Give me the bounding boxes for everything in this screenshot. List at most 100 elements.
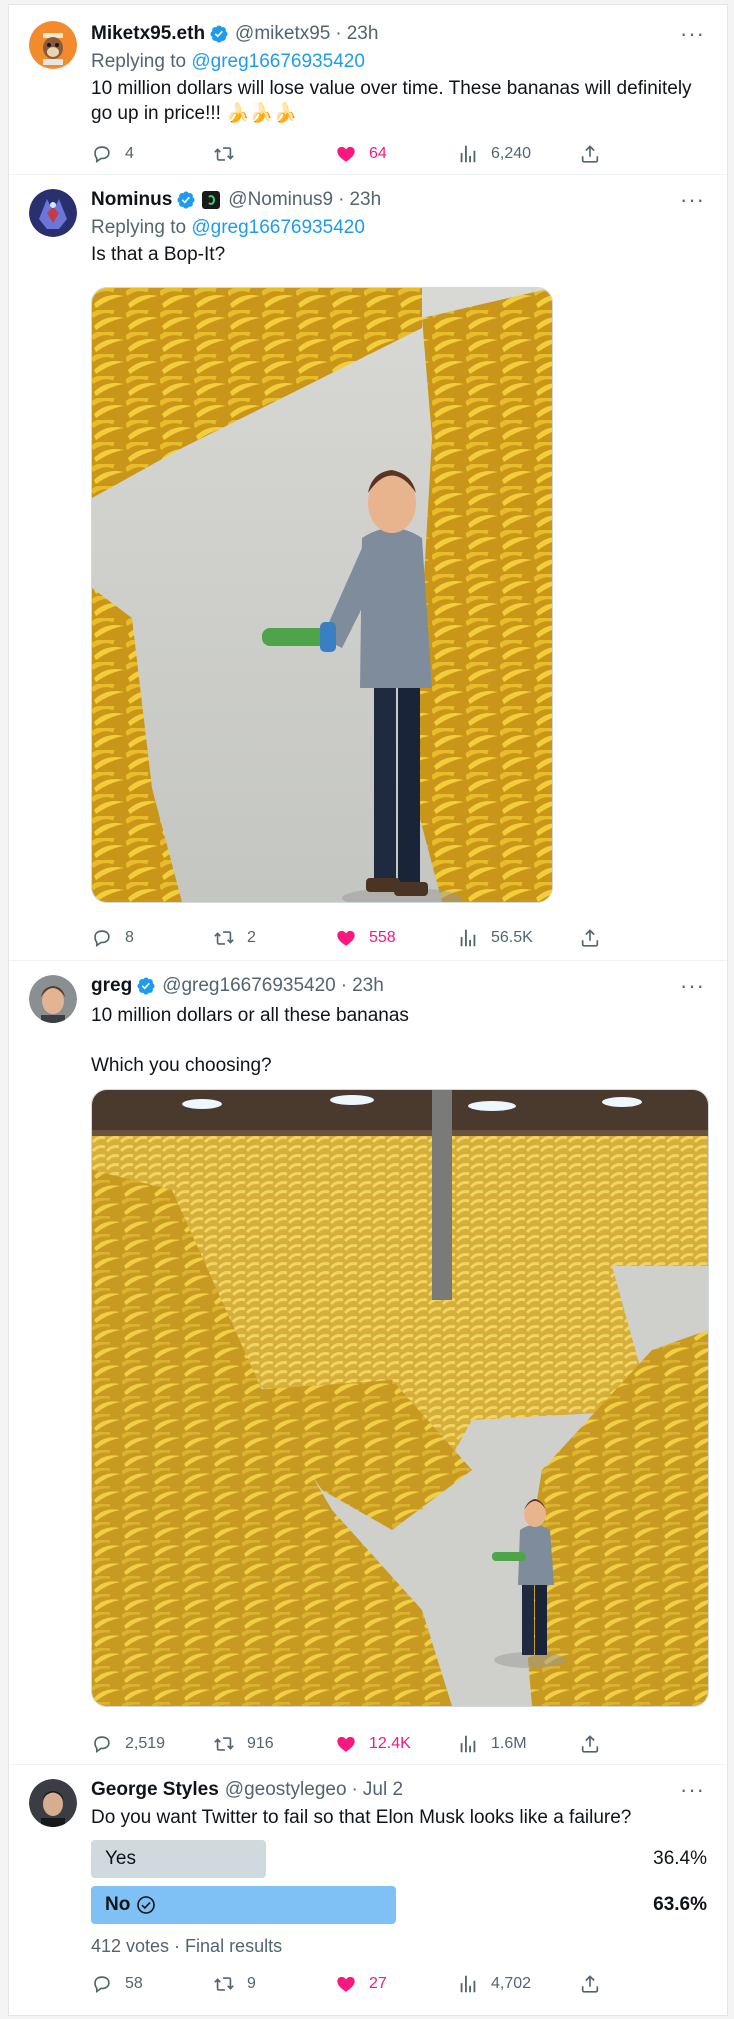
like-count: 27 <box>369 1975 387 1992</box>
views-button[interactable]: 4,702 <box>457 1973 547 1995</box>
retweet-count: 9 <box>247 1975 256 1992</box>
like-icon <box>335 927 357 949</box>
like-count: 64 <box>369 145 387 162</box>
reply-count: 2,519 <box>125 1735 166 1752</box>
like-button[interactable]: 558 <box>335 927 425 949</box>
avatar-image <box>29 1779 77 1827</box>
view-count: 6,240 <box>491 145 532 162</box>
reply-count: 8 <box>125 929 134 946</box>
view-count: 4,702 <box>491 1975 532 1992</box>
poll-option: Yes 36.4% <box>91 1840 707 1878</box>
retweet-icon <box>213 927 235 949</box>
replying-to-link[interactable]: @greg16676935420 <box>191 51 365 72</box>
timeline-feed: Miketx95.eth @miketx95 · 23h ··· Replyin… <box>8 4 728 2016</box>
timestamp[interactable]: 23h <box>347 23 379 45</box>
retweet-button[interactable]: 2 <box>213 927 303 949</box>
share-button[interactable] <box>579 143 601 165</box>
handle[interactable]: @Nominus9 <box>228 189 333 211</box>
timestamp[interactable]: Jul 2 <box>363 1779 403 1801</box>
handle[interactable]: @greg16676935420 <box>162 975 336 997</box>
share-icon <box>579 927 601 949</box>
avatar[interactable] <box>29 975 77 1023</box>
tweet-card[interactable]: Miketx95.eth @miketx95 · 23h ··· Replyin… <box>9 5 727 175</box>
reply-button[interactable]: 2,519 <box>91 1733 181 1755</box>
reply-icon <box>91 143 113 165</box>
reply-button[interactable]: 4 <box>91 143 181 165</box>
avatar[interactable] <box>29 189 77 237</box>
display-name[interactable]: greg <box>91 975 132 997</box>
action-bar: 2,519 916 12.4K 1.6M <box>91 1733 601 1755</box>
poll-option-label-wrap: No <box>105 1886 156 1924</box>
more-icon[interactable]: ··· <box>680 973 705 999</box>
handle[interactable]: @miketx95 <box>235 23 330 45</box>
display-name[interactable]: Nominus <box>91 189 172 211</box>
separator-dot: · <box>338 189 345 210</box>
poll-option-percent: 63.6% <box>653 1894 707 1915</box>
retweet-icon <box>213 1733 235 1755</box>
views-button[interactable]: 6,240 <box>457 143 547 165</box>
affiliate-badge-icon <box>202 191 221 209</box>
separator-dot: · <box>335 23 342 44</box>
tweet-card[interactable]: George Styles @geostylegeo · Jul 2 ··· D… <box>9 1765 727 2015</box>
reply-button[interactable]: 58 <box>91 1973 181 1995</box>
reply-icon <box>91 1973 113 1995</box>
more-icon[interactable]: ··· <box>680 1777 705 1803</box>
retweet-button[interactable]: 9 <box>213 1973 303 1995</box>
more-icon[interactable]: ··· <box>680 187 705 213</box>
like-button[interactable]: 27 <box>335 1973 425 1995</box>
share-icon <box>579 1733 601 1755</box>
retweet-button[interactable] <box>213 143 303 165</box>
timestamp[interactable]: 23h <box>352 975 384 997</box>
poll-option: No 63.6% <box>91 1886 707 1924</box>
verified-badge-icon <box>176 190 196 210</box>
avatar-image <box>29 189 77 237</box>
share-button[interactable] <box>579 1733 601 1755</box>
tweet-card[interactable]: Nominus @Nominus9 · 23h ··· Replying to … <box>9 175 727 961</box>
reply-count: 4 <box>125 145 134 162</box>
retweet-count: 2 <box>247 929 256 946</box>
checkmark-circle-icon <box>137 1896 156 1914</box>
poll-footer: 412 votes · Final results <box>91 1936 283 1956</box>
share-button[interactable] <box>579 1973 601 1995</box>
replying-prefix: Replying to <box>91 217 192 238</box>
separator-dot: · <box>340 975 348 996</box>
retweet-button[interactable]: 916 <box>213 1733 303 1755</box>
display-name[interactable]: Miketx95.eth <box>91 23 205 45</box>
poll: Yes 36.4% No 63.6% 412 votes · Final res… <box>91 1840 707 1957</box>
avatar[interactable] <box>29 21 77 69</box>
like-button[interactable]: 12.4K <box>335 1733 425 1755</box>
tweet-image[interactable] <box>91 287 553 903</box>
reply-icon <box>91 927 113 949</box>
views-icon <box>457 143 479 165</box>
poll-option-percent: 36.4% <box>653 1848 707 1869</box>
tweet-text: 10 million dollars or all these bananas … <box>91 1005 409 1076</box>
verified-badge-icon <box>209 24 229 44</box>
tweet-card[interactable]: greg @greg16676935420 · 23h ··· 10 milli… <box>9 961 727 1765</box>
views-button[interactable]: 1.6M <box>457 1733 547 1755</box>
poll-option-label: Yes <box>105 1848 136 1869</box>
like-button[interactable]: 64 <box>335 143 425 165</box>
like-icon <box>335 143 357 165</box>
display-name[interactable]: George Styles <box>91 1779 219 1801</box>
tweet-image[interactable] <box>91 1089 709 1707</box>
banana-warehouse-photo <box>92 1090 708 1706</box>
view-count: 1.6M <box>491 1735 527 1752</box>
reply-count: 58 <box>125 1975 143 1992</box>
reply-button[interactable]: 8 <box>91 927 181 949</box>
views-button[interactable]: 56.5K <box>457 927 547 949</box>
replying-to-link[interactable]: @greg16676935420 <box>191 217 365 238</box>
retweet-count: 916 <box>247 1735 274 1752</box>
like-count: 12.4K <box>369 1735 411 1752</box>
poll-option-label: No <box>105 1894 131 1915</box>
retweet-icon <box>213 1973 235 1995</box>
avatar-image <box>29 21 77 69</box>
timestamp[interactable]: 23h <box>349 189 381 211</box>
views-icon <box>457 1973 479 1995</box>
poll-option-label-wrap: Yes <box>105 1840 136 1878</box>
handle[interactable]: @geostylegeo <box>225 1779 347 1801</box>
avatar[interactable] <box>29 1779 77 1827</box>
action-bar: 58 9 27 4,702 <box>91 1973 601 1995</box>
more-icon[interactable]: ··· <box>680 21 705 47</box>
share-button[interactable] <box>579 927 601 949</box>
separator-dot: · <box>351 1779 358 1800</box>
